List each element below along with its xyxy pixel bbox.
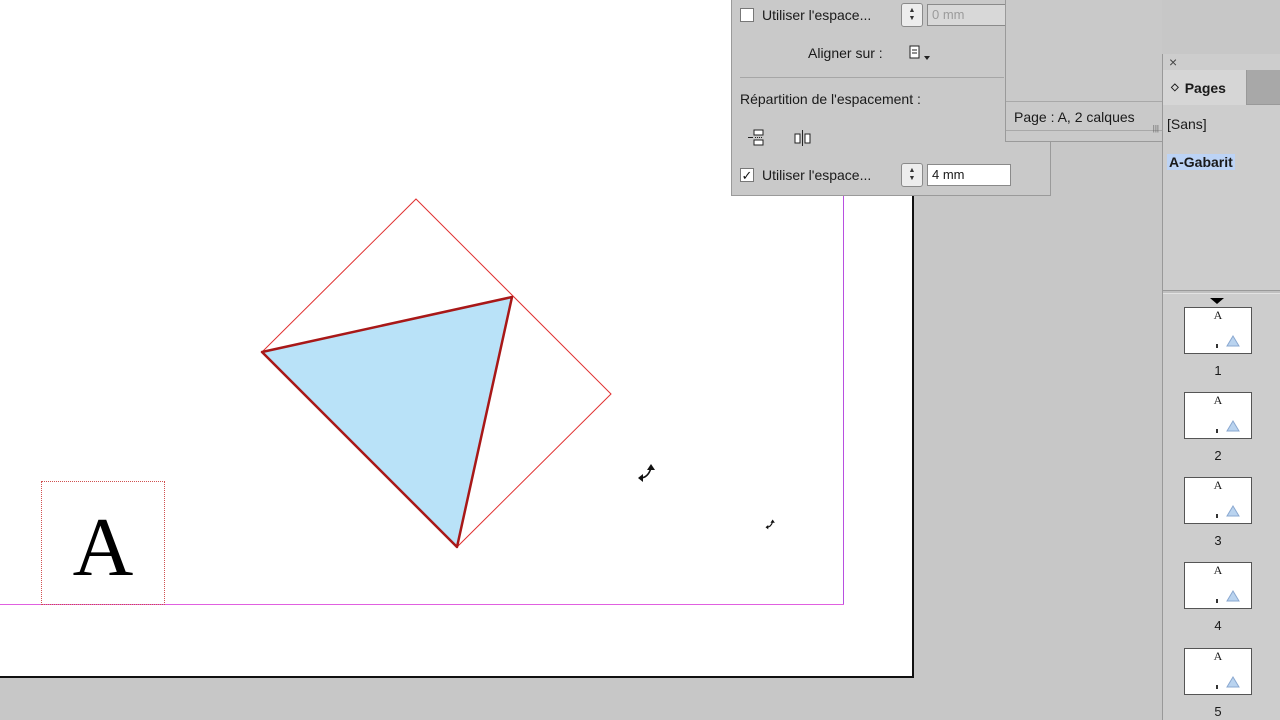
use-spacing-top-row: Utiliser l'espace... (740, 7, 871, 23)
master-a-gabarit-item[interactable]: A-Gabarit (1167, 154, 1235, 170)
master-none-item[interactable]: [Sans] (1167, 116, 1207, 132)
thumb-dot (1216, 429, 1218, 433)
close-icon[interactable]: × (1169, 54, 1177, 70)
use-spacing-bottom-row: ✓ Utiliser l'espace... (740, 167, 871, 183)
checkmark-icon: ✓ (741, 167, 753, 183)
panel-tab-bar: ◇ Pages (1163, 70, 1280, 105)
distribution-heading: Répartition de l'espacement : (740, 91, 921, 107)
page-number: 3 (1214, 533, 1222, 548)
align-to-page-icon (909, 45, 930, 60)
page-layer-status: Page : A, 2 calques (1014, 109, 1135, 125)
insert-marker-icon (1210, 298, 1224, 304)
tab-pages-label: Pages (1184, 79, 1226, 96)
thumb-triangle-icon (1226, 420, 1240, 432)
distribution-heading-row: Répartition de l'espacement : (740, 91, 921, 107)
stepper-up-icon: ▲ (908, 7, 916, 14)
distribute-horizontal-space-button[interactable] (792, 128, 814, 148)
thumb-dot (1216, 685, 1218, 689)
page-number: 4 (1214, 618, 1222, 633)
info-panel: Page : A, 2 calques ||| (1005, 0, 1163, 142)
alignment-panel: Utiliser l'espace... ▲ ▼ 0 mm Aligner su… (731, 0, 1051, 196)
use-spacing-top-checkbox[interactable] (740, 8, 754, 22)
align-on-row: Aligner sur : (808, 45, 883, 61)
align-on-label: Aligner sur : (808, 45, 883, 61)
triangle-shape[interactable] (260, 295, 514, 549)
use-spacing-bottom-label: Utiliser l'espace... (762, 167, 872, 183)
thumb-triangle-icon (1226, 676, 1240, 688)
thumb-dot (1216, 599, 1218, 603)
resize-grip-icon[interactable]: ||| (1153, 124, 1159, 133)
rotate-cursor-icon (638, 464, 655, 482)
spacing-bottom-field[interactable]: 4 mm (927, 164, 1011, 186)
thumb-master-letter: A (1213, 478, 1223, 492)
info-status-bar: Page : A, 2 calques ||| (1006, 101, 1163, 133)
page-thumbnail[interactable]: A (1184, 392, 1252, 439)
page-thumbnail[interactable]: A (1184, 307, 1252, 354)
spacing-top-stepper[interactable]: ▲ ▼ (901, 3, 923, 27)
thumb-dot (1216, 344, 1218, 348)
page-number: 5 (1214, 704, 1222, 719)
distribute-vertical-space-button[interactable] (745, 128, 767, 148)
thumb-triangle-icon (1226, 335, 1240, 347)
thumb-triangle-icon (1226, 505, 1240, 517)
spacing-bottom-stepper[interactable]: ▲ ▼ (901, 163, 923, 187)
page-number: 2 (1214, 448, 1222, 463)
thumb-master-letter: A (1213, 393, 1223, 407)
panel-divider (740, 77, 1004, 78)
thumb-master-letter: A (1213, 649, 1223, 663)
rotate-handle-icon (765, 519, 775, 530)
thumb-triangle-icon (1226, 590, 1240, 602)
tab-pages[interactable]: ◇ Pages (1163, 70, 1247, 105)
spacing-top-field[interactable]: 0 mm (927, 4, 1007, 26)
page-number: 1 (1214, 363, 1222, 378)
stepper-up-icon: ▲ (908, 167, 916, 174)
stepper-down-icon: ▼ (908, 175, 916, 182)
collapse-toggle-icon: ◇ (1171, 82, 1179, 93)
distribute-horizontal-space-icon (794, 130, 811, 146)
page-thumbnail[interactable]: A (1184, 562, 1252, 609)
thumb-master-letter: A (1213, 563, 1223, 577)
page-thumbnail[interactable]: A (1184, 648, 1252, 695)
use-spacing-bottom-checkbox[interactable]: ✓ (740, 168, 754, 182)
pages-panel: × ◇ Pages [Sans] A-Gabarit A 1 A 2 A 3 A… (1162, 54, 1280, 720)
panel-splitter[interactable] (1163, 290, 1280, 294)
thumb-master-letter: A (1213, 308, 1223, 322)
stepper-down-icon: ▼ (908, 15, 916, 22)
page-thumbnail[interactable]: A (1184, 477, 1252, 524)
tab-other[interactable] (1247, 70, 1280, 104)
thumb-dot (1216, 514, 1218, 518)
use-spacing-top-label: Utiliser l'espace... (762, 7, 872, 23)
distribute-vertical-space-icon (748, 129, 764, 146)
align-to-selection-dropdown[interactable] (908, 43, 930, 63)
